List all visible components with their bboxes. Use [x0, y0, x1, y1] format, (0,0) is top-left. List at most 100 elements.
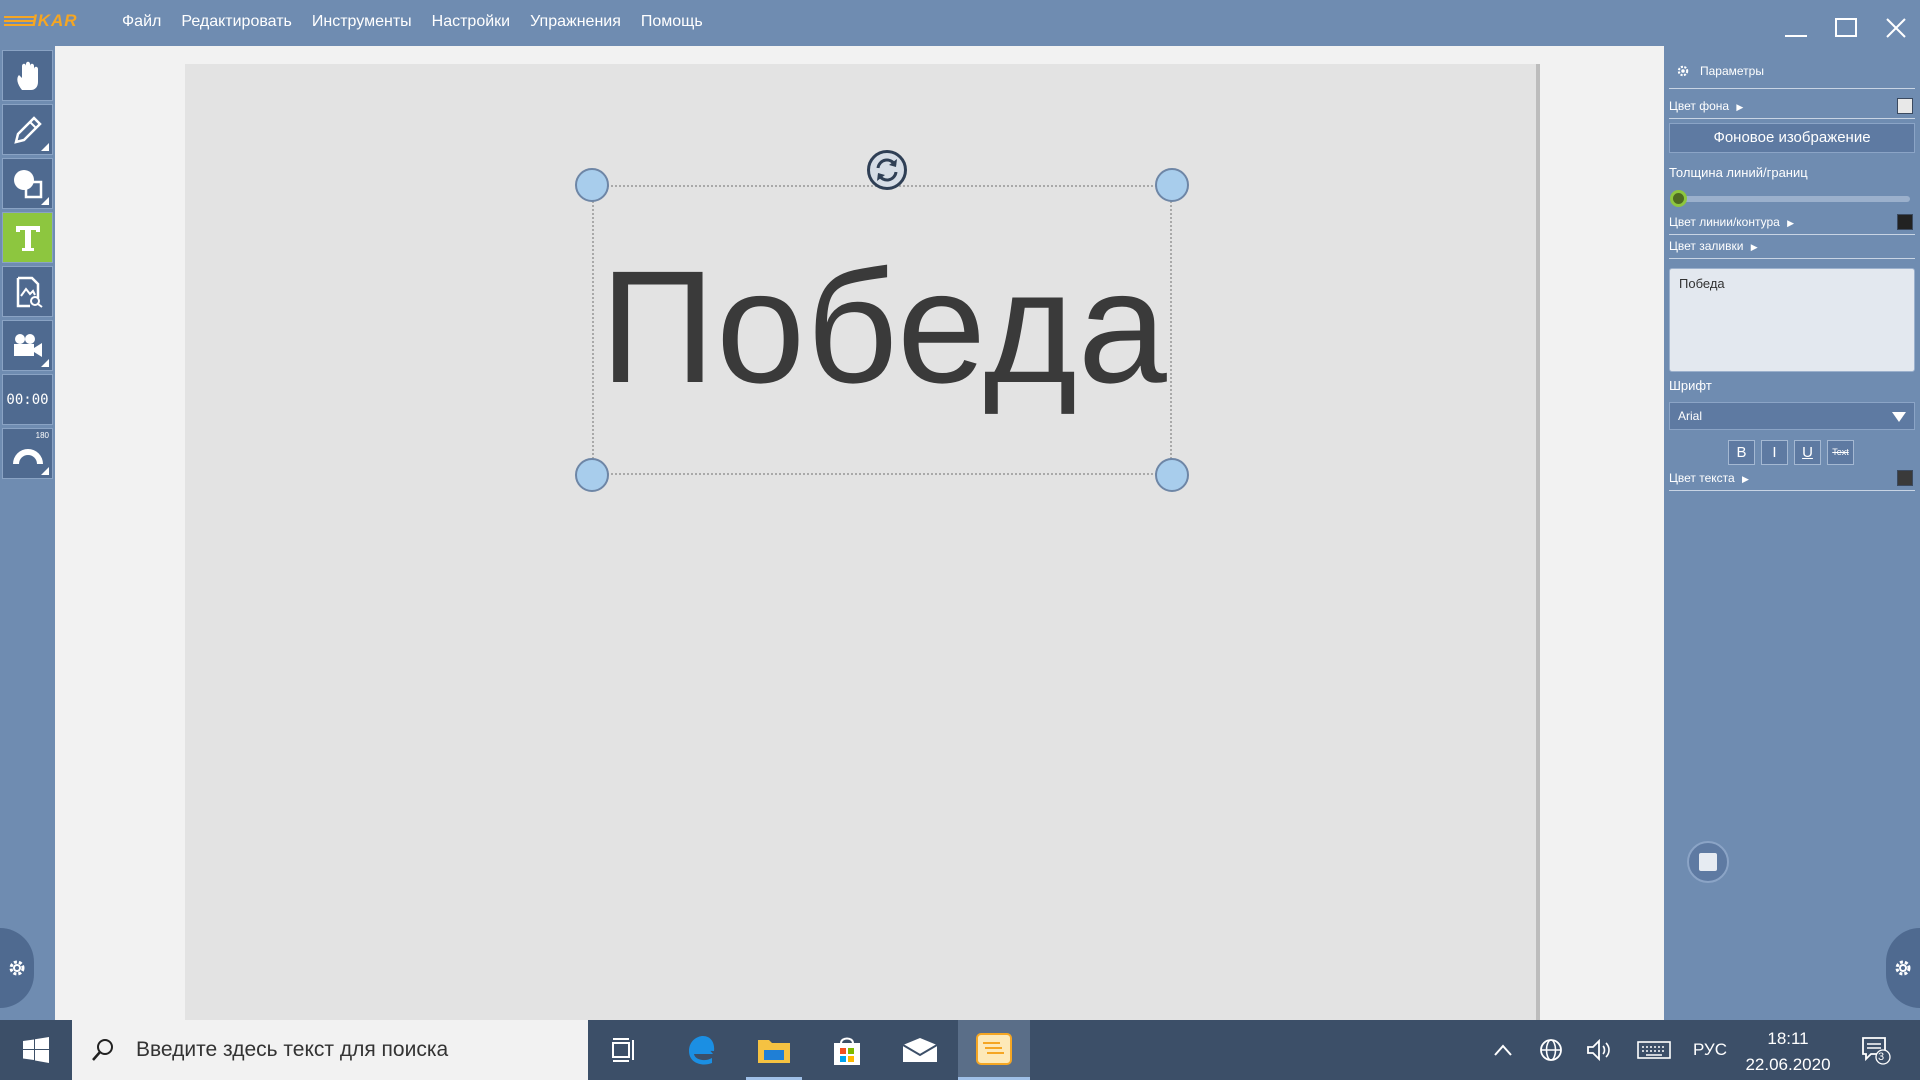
search-icon — [92, 1039, 113, 1061]
chevron-up-icon — [1494, 1044, 1512, 1056]
maximize-icon — [1835, 18, 1857, 37]
italic-button[interactable]: I — [1761, 440, 1788, 465]
tool-text[interactable] — [2, 212, 53, 263]
line-color-row[interactable]: Цвет линии/контура ▶ — [1669, 214, 1915, 235]
bg-color-label: Цвет фона — [1669, 99, 1730, 113]
menu-tools[interactable]: Инструменты — [302, 13, 422, 31]
underline-button[interactable]: U — [1794, 440, 1821, 465]
task-view-button[interactable] — [588, 1020, 660, 1080]
tool-shapes[interactable] — [2, 158, 53, 209]
tool-document-image[interactable] — [2, 266, 53, 317]
rotate-handle[interactable] — [867, 150, 907, 190]
expand-arrow-icon: ▶ — [1750, 242, 1758, 252]
task-view-icon — [612, 1038, 634, 1062]
hand-icon — [16, 61, 38, 90]
line-thickness-label: Толщина линий/границ — [1669, 165, 1808, 180]
line-thickness-slider[interactable] — [1674, 196, 1910, 202]
minimize-icon — [1785, 35, 1807, 37]
resize-handle-top-left[interactable] — [575, 168, 609, 202]
text-color-swatch[interactable] — [1897, 470, 1913, 486]
clock-date: 22.06.2020 — [1745, 1055, 1831, 1074]
panel-header: Параметры — [1669, 63, 1915, 89]
video-camera-icon — [13, 333, 42, 357]
canvas-page[interactable]: Победа — [185, 64, 1540, 1020]
chevron-down-icon — [1892, 412, 1906, 422]
tool-hand[interactable] — [2, 50, 53, 101]
document-image-icon — [16, 276, 43, 308]
stop-button[interactable] — [1687, 841, 1729, 883]
resize-handle-bottom-right[interactable] — [1155, 458, 1189, 492]
clock-time: 18:11 — [1767, 1029, 1809, 1048]
close-icon — [1886, 18, 1906, 38]
globe-icon — [1540, 1039, 1562, 1061]
line-color-label: Цвет линии/контура — [1669, 215, 1780, 229]
line-thickness-slider-knob[interactable] — [1670, 190, 1687, 207]
windows-logo-icon — [23, 1037, 49, 1063]
expand-arrow-icon: ▶ — [1742, 474, 1749, 484]
resize-handle-top-right[interactable] — [1155, 168, 1189, 202]
font-select[interactable]: Arial — [1669, 402, 1915, 430]
menu-help[interactable]: Помощь — [631, 13, 713, 31]
pen-icon — [13, 115, 42, 144]
workspace: Победа — [55, 46, 1664, 1020]
folder-icon — [758, 1040, 790, 1063]
tray-keyboard[interactable] — [1630, 1020, 1678, 1080]
bold-button[interactable]: B — [1728, 440, 1755, 465]
action-center-button[interactable]: 3 — [1852, 1020, 1900, 1080]
tray-volume[interactable] — [1582, 1020, 1616, 1080]
timer-label: 00:00 — [6, 391, 49, 408]
tool-pen[interactable] — [2, 104, 53, 155]
fill-color-row[interactable]: Цвет заливки ▶ — [1669, 239, 1915, 259]
taskbar-clock[interactable]: 18:11 22.06.2020 — [1726, 1026, 1850, 1078]
tray-network[interactable] — [1534, 1020, 1568, 1080]
tray-overflow-button[interactable] — [1486, 1020, 1520, 1080]
text-style-buttons: B I U Text — [1728, 440, 1854, 465]
search-placeholder: Введите здесь текст для поиска — [136, 1038, 449, 1061]
edge-browser-icon — [689, 1036, 715, 1065]
menu-edit[interactable]: Редактировать — [171, 13, 302, 31]
menu-settings[interactable]: Настройки — [422, 13, 520, 31]
shapes-icon — [13, 169, 42, 198]
taskbar-store[interactable] — [811, 1020, 883, 1080]
taskbar-edge[interactable] — [665, 1020, 737, 1080]
notification-count: 3 — [1878, 1051, 1885, 1063]
tool-timer[interactable]: 00:00 — [2, 374, 53, 425]
start-button[interactable] — [0, 1020, 72, 1080]
bg-color-swatch[interactable] — [1897, 98, 1913, 114]
text-content-field[interactable]: Победа — [1669, 268, 1915, 372]
store-bag-icon — [834, 1037, 860, 1065]
font-select-value: Arial — [1678, 409, 1703, 423]
line-color-swatch[interactable] — [1897, 214, 1913, 230]
taskbar-explorer[interactable] — [738, 1020, 810, 1080]
background-image-button[interactable]: Фоновое изображение — [1669, 123, 1915, 153]
bg-color-row[interactable]: Цвет фона ▶ — [1669, 98, 1915, 119]
taskbar-search[interactable]: Введите здесь текст для поиска — [72, 1020, 588, 1080]
notification-icon — [1862, 1037, 1891, 1065]
canvas-text: Победа — [600, 237, 1168, 416]
keyboard-icon — [1637, 1041, 1671, 1059]
tool-video[interactable] — [2, 320, 53, 371]
selected-text-object[interactable]: Победа — [575, 150, 1189, 492]
resize-handle-bottom-left[interactable] — [575, 458, 609, 492]
menu-exercises[interactable]: Упражнения — [520, 13, 631, 31]
tool-protractor[interactable]: 180 — [2, 428, 53, 479]
strikethrough-button[interactable]: Text — [1827, 440, 1854, 465]
menu-bar: Файл Редактировать Инструменты Настройки… — [112, 0, 713, 44]
taskbar-ikar-app[interactable] — [958, 1020, 1030, 1080]
mail-icon — [902, 1038, 938, 1062]
speaker-icon — [1587, 1038, 1610, 1062]
font-label: Шрифт — [1669, 378, 1712, 393]
rotate-icon — [876, 158, 898, 182]
gear-icon — [1677, 65, 1689, 77]
parameters-panel: Параметры Цвет фона ▶ Фоновое изображени… — [1664, 46, 1920, 1020]
stop-icon — [1699, 853, 1717, 871]
expand-arrow-icon: ▶ — [1787, 218, 1795, 228]
panel-title: Параметры — [1700, 64, 1764, 78]
left-toolbar: 00:00 180 — [0, 46, 55, 1020]
expand-arrow-icon: ▶ — [1736, 102, 1744, 112]
ikar-app-icon — [976, 1032, 1012, 1065]
menu-file[interactable]: Файл — [112, 13, 171, 31]
text-color-row[interactable]: Цвет текста ▶ — [1669, 470, 1915, 491]
taskbar-mail[interactable] — [884, 1020, 956, 1080]
gear-icon — [9, 960, 25, 976]
